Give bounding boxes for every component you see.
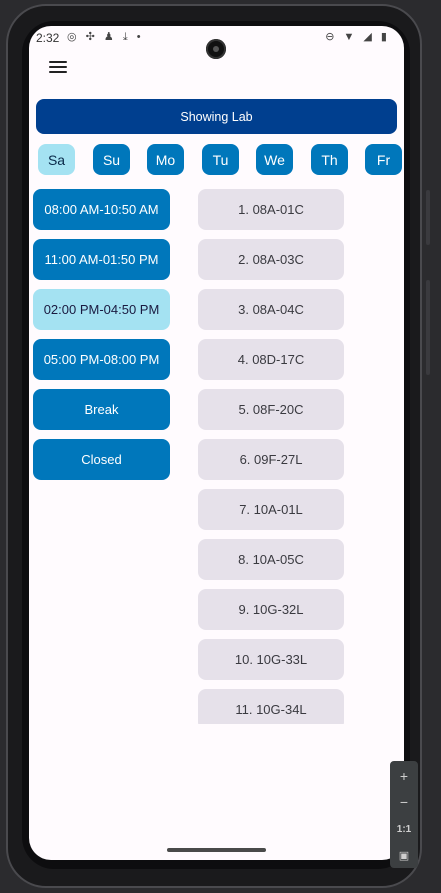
lab-list-item[interactable]: 2. 08A-03C (198, 239, 344, 280)
zoom-in-button[interactable]: + (390, 764, 418, 788)
showing-lab-banner[interactable]: Showing Lab (36, 99, 397, 134)
lab-list-item[interactable]: 8. 10A-05C (198, 539, 344, 580)
hamburger-menu-icon[interactable] (49, 60, 67, 74)
phone-screen: 2:32 ◎ ✣ ♟ ⤓ • ⊖ ▼ ◢ ▮ Showing Lab Sa Su M… (29, 26, 404, 860)
day-tab-we[interactable]: We (256, 144, 293, 175)
time-slot-button[interactable]: Break (33, 389, 170, 430)
time-slot-button[interactable]: 11:00 AM-01:50 PM (33, 239, 170, 280)
lab-list-item[interactable]: 4. 08D-17C (198, 339, 344, 380)
status-time: 2:32 (36, 31, 60, 45)
day-tab-mo[interactable]: Mo (147, 144, 184, 175)
day-tab-su[interactable]: Su (93, 144, 130, 175)
day-tab-tu[interactable]: Tu (202, 144, 239, 175)
volume-button (426, 190, 430, 245)
time-slot-button[interactable]: 08:00 AM-10:50 AM (33, 189, 170, 230)
lab-list-item[interactable]: 9. 10G-32L (198, 589, 344, 630)
emulator-zoom-toolbar: + − 1:1 ▣ (390, 761, 418, 868)
day-tab-th[interactable]: Th (311, 144, 348, 175)
notification-icons: ◎ ✣ ♟ ⤓ • (67, 31, 144, 43)
lab-list-item[interactable]: 3. 08A-04C (198, 289, 344, 330)
lab-list-item[interactable]: 5. 08F-20C (198, 389, 344, 430)
time-slot-button[interactable]: 02:00 PM-04:50 PM (33, 289, 170, 330)
lab-list-item[interactable]: 11. 10G-34L (198, 689, 344, 724)
zoom-out-button[interactable]: − (390, 790, 418, 814)
lab-list-item[interactable]: 1. 08A-01C (198, 189, 344, 230)
time-slot-button[interactable]: 05:00 PM-08:00 PM (33, 339, 170, 380)
gesture-navigation-bar[interactable] (167, 848, 266, 852)
screenshot-icon[interactable]: ▣ (390, 843, 418, 867)
system-status-icons: ⊖ ▼ ◢ ▮ (325, 31, 390, 43)
lab-list-item[interactable]: 6. 09F-27L (198, 439, 344, 480)
actual-size-button[interactable]: 1:1 (390, 817, 418, 841)
camera-cutout-icon (206, 39, 226, 59)
lab-list[interactable]: 1. 08A-01C 2. 08A-03C 3. 08A-04C 4. 08D-17C… (198, 189, 344, 724)
time-slot-button[interactable]: Closed (33, 439, 170, 480)
day-tab-fr[interactable]: Fr (365, 144, 402, 175)
day-selector: Sa Su Mo Tu We Th Fr (38, 144, 402, 176)
day-tab-sa[interactable]: Sa (38, 144, 75, 175)
lab-list-item[interactable]: 7. 10A-01L (198, 489, 344, 530)
power-button (426, 280, 430, 375)
lab-list-item[interactable]: 10. 10G-33L (198, 639, 344, 680)
